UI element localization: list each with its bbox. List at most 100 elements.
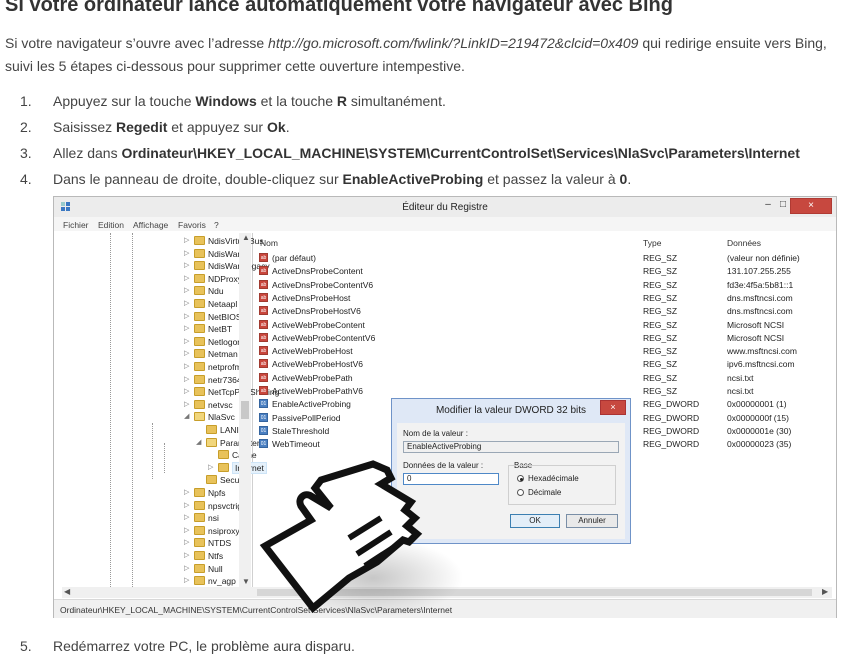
expand-toggle-icon[interactable]: ▷ xyxy=(184,299,192,307)
tree-node-label: Npfs xyxy=(208,488,226,498)
menu-edition[interactable]: Edition xyxy=(98,220,124,230)
column-nom[interactable]: Nom xyxy=(260,238,278,248)
minimize-button[interactable]: – xyxy=(760,198,776,212)
menu-favoris[interactable]: Favoris xyxy=(178,220,206,230)
expand-toggle-icon[interactable]: ▷ xyxy=(184,551,192,559)
decimal-radio[interactable] xyxy=(517,489,524,496)
tree-node-label: netr7364 xyxy=(208,374,242,385)
menu-bar: Fichier Edition Affichage Favoris ? xyxy=(54,217,836,231)
scroll-up-arrow-icon[interactable]: ▲ xyxy=(242,233,250,242)
tree-node-label: nsiproxy xyxy=(208,525,240,536)
step-4: 4. Dans le panneau de droite, double-cliq… xyxy=(20,171,632,187)
value-type: REG_SZ xyxy=(643,266,678,277)
expand-toggle-icon[interactable]: ▷ xyxy=(184,400,192,408)
expand-toggle-icon[interactable]: ▷ xyxy=(208,463,216,471)
expand-toggle-icon[interactable]: ▷ xyxy=(184,324,192,332)
expand-toggle-icon[interactable]: ▷ xyxy=(184,349,192,357)
value-data: 0x00000001 (1) xyxy=(727,399,787,410)
expand-toggle-icon[interactable]: ▷ xyxy=(184,236,192,244)
value-name: (par défaut) xyxy=(272,253,316,263)
value-data: ncsi.txt xyxy=(727,386,754,396)
tree-node-label: Ndu xyxy=(208,286,224,297)
expand-toggle-icon[interactable]: ▷ xyxy=(184,576,192,584)
value-name-label: Nom de la valeur : xyxy=(403,429,468,438)
expand-toggle-icon[interactable]: ◢ xyxy=(184,412,192,420)
tree-scroll-thumb[interactable] xyxy=(241,401,249,419)
folder-icon xyxy=(194,248,205,258)
expand-toggle-icon[interactable]: ▷ xyxy=(184,538,192,546)
column-type[interactable]: Type xyxy=(643,238,661,248)
expand-toggle-icon[interactable]: ▷ xyxy=(184,312,192,320)
menu-help[interactable]: ? xyxy=(214,220,219,230)
step-5: 5. Redémarrez votre PC, le problème aura … xyxy=(20,638,355,654)
registry-value-row[interactable]: ab ActiveDnsProbeHost REG_SZ dns.msftncsi.c… xyxy=(257,291,832,304)
registry-value-row[interactable]: ab (par défaut) REG_SZ (valeur non définie) xyxy=(257,251,832,264)
folder-icon xyxy=(218,462,229,472)
value-data: 0x00000023 (35) xyxy=(727,439,792,450)
expand-toggle-icon[interactable]: ▷ xyxy=(184,564,192,572)
expand-toggle-icon[interactable]: ▷ xyxy=(184,387,192,395)
expand-toggle-icon[interactable]: ▷ xyxy=(184,375,192,383)
step-2: 2. Saisissez Regedit et appuyez sur Ok. xyxy=(20,119,290,135)
tree-node-label: Netlogon xyxy=(208,336,243,347)
maximize-button[interactable]: □ xyxy=(775,198,791,212)
expand-toggle-icon[interactable]: ▷ xyxy=(184,261,192,269)
decimal-radio-label[interactable]: Décimale xyxy=(528,488,561,497)
expand-toggle-icon[interactable]: ▷ xyxy=(184,249,192,257)
value-type: REG_SZ xyxy=(643,306,678,317)
expand-toggle-icon[interactable]: ▷ xyxy=(184,337,192,345)
expand-toggle-icon[interactable]: ◢ xyxy=(196,438,204,446)
registry-value-row[interactable]: ab ActiveWebProbeHostV6 REG_SZ ipv6.msftncs… xyxy=(257,357,832,370)
hex-radio[interactable] xyxy=(517,475,524,482)
menu-affichage[interactable]: Affichage xyxy=(133,220,168,230)
tree-node-label: Ntfs xyxy=(208,551,224,561)
expand-toggle-icon[interactable]: ▷ xyxy=(184,488,192,496)
value-type: REG_DWORD xyxy=(643,425,700,436)
value-data: 0x0000000f (15) xyxy=(727,412,789,423)
registry-value-row[interactable]: ab ActiveWebProbeContent REG_SZ Microsoft N… xyxy=(257,318,832,331)
folder-icon xyxy=(194,273,205,283)
column-donnees[interactable]: Données xyxy=(727,238,761,248)
cancel-button[interactable]: Annuler xyxy=(566,514,618,528)
reg-dword-icon: 01 xyxy=(259,412,268,422)
value-type: REG_SZ xyxy=(643,346,678,357)
menu-fichier[interactable]: Fichier xyxy=(63,220,89,230)
value-type: REG_SZ xyxy=(643,279,678,290)
registry-value-row[interactable]: ab ActiveDnsProbeHostV6 REG_SZ dns.msftncsi… xyxy=(257,304,832,317)
scroll-left-arrow-icon[interactable]: ◀ xyxy=(64,587,70,596)
registry-value-row[interactable]: ab ActiveWebProbeContentV6 REG_SZ Microsoft… xyxy=(257,331,832,344)
title-bar[interactable]: Éditeur du Registre – □ × xyxy=(54,197,836,217)
expand-toggle-icon[interactable]: ▷ xyxy=(184,526,192,534)
registry-value-row[interactable]: ab ActiveWebProbePath REG_SZ ncsi.txt xyxy=(257,371,832,384)
value-name-field: EnableActiveProbing xyxy=(403,441,619,453)
registry-value-row[interactable]: ab ActiveDnsProbeContent REG_SZ 131.107.255… xyxy=(257,264,832,277)
registry-value-row[interactable]: ab ActiveWebProbeHost REG_SZ www.msftncsi.c… xyxy=(257,344,832,357)
expand-toggle-icon[interactable]: ▷ xyxy=(184,513,192,521)
value-data: Microsoft NCSI xyxy=(727,332,785,343)
scroll-down-arrow-icon[interactable]: ▼ xyxy=(242,577,250,586)
close-button[interactable]: × xyxy=(790,198,832,214)
tree-node-label: Netaapl xyxy=(208,299,238,309)
value-name: ActiveWebProbeHostV6 xyxy=(272,359,364,370)
expand-toggle-icon[interactable]: ▷ xyxy=(184,286,192,294)
scroll-right-arrow-icon[interactable]: ▶ xyxy=(822,587,828,596)
dialog-close-button[interactable]: × xyxy=(600,400,626,415)
folder-icon xyxy=(194,500,205,510)
reg-sz-icon: ab xyxy=(259,332,268,342)
value-name: ActiveDnsProbeContentV6 xyxy=(272,279,374,290)
registry-value-row[interactable]: ab ActiveDnsProbeContentV6 REG_SZ fd3e:4f5a… xyxy=(257,278,832,291)
tree-node-label: NdisVirtualBus xyxy=(208,236,264,246)
intro-url: http://go.microsoft.com/fwlink/?LinkID=2… xyxy=(268,35,639,51)
value-name: ActiveWebProbeContentV6 xyxy=(272,332,376,343)
tree-node-label: nv_agp xyxy=(208,576,236,587)
hand-pointer-icon xyxy=(259,460,463,618)
expand-toggle-icon[interactable]: ▷ xyxy=(184,274,192,282)
hex-radio-label[interactable]: Hexadécimale xyxy=(528,474,579,483)
value-type: REG_SZ xyxy=(643,386,678,396)
registry-value-row[interactable]: ab ActiveWebProbePathV6 REG_SZ ncsi.txt xyxy=(257,384,832,397)
expand-toggle-icon[interactable]: ▷ xyxy=(184,362,192,370)
tree-vertical-scrollbar[interactable]: ▲ ▼ xyxy=(239,233,251,587)
ok-button[interactable]: OK xyxy=(510,514,560,528)
expand-toggle-icon[interactable]: ▷ xyxy=(184,501,192,509)
intro-paragraph: Si votre navigateur s’ouvre avec l’adres… xyxy=(5,32,840,78)
